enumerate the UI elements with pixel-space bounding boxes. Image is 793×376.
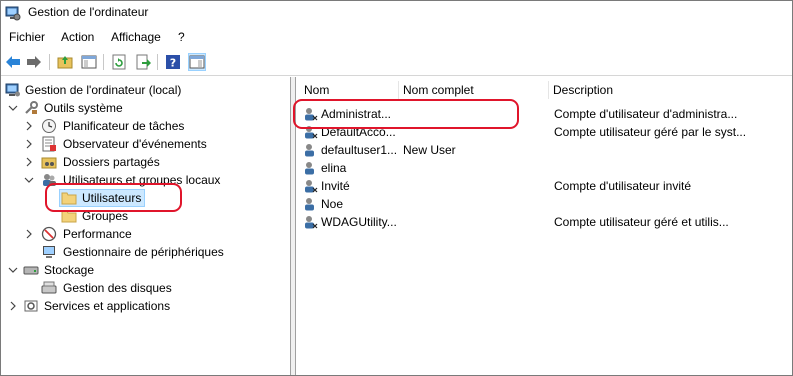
computer-management-icon [5,82,21,98]
user-icon [302,178,318,194]
tree-item-system-tools[interactable]: Outils système [1,99,289,117]
tree-item-services-apps[interactable]: Services et applications [1,297,289,315]
forward-icon[interactable] [25,53,43,71]
user-icon [302,214,318,230]
chevron-down-icon[interactable] [7,102,19,114]
tree-label: Dossiers partagés [63,155,160,169]
chevron-right-icon[interactable] [7,300,19,312]
column-header-full-name[interactable]: Nom complet [403,83,474,97]
tree-item-event-viewer[interactable]: Observateur d'événements [1,135,289,153]
toolbar-separator [157,54,158,70]
list-item[interactable]: Invité Compte d'utilisateur invité [296,177,793,195]
tree-item-root[interactable]: Gestion de l'ordinateur (local) [1,81,289,99]
performance-icon [41,226,57,242]
tree-label: Performance [63,227,132,241]
tree-label: Observateur d'événements [63,137,207,151]
tree-item-shared-folders[interactable]: Dossiers partagés [1,153,289,171]
disk-management-icon [41,280,57,296]
window-title: Gestion de l'ordinateur [28,5,149,19]
user-name: elina [321,161,347,175]
tree-label: Planificateur de tâches [63,119,185,133]
computer-management-window: Gestion de l'ordinateur Fichier Action A… [0,0,793,376]
user-description: Compte d'utilisateur d'administra... [554,107,738,121]
title-bar: Gestion de l'ordinateur [1,1,792,25]
list-item[interactable]: WDAGUtility... Compte utilisateur géré e… [296,213,793,231]
users-list: Nom Nom complet Description Administrat.… [293,77,793,375]
chevron-right-icon[interactable] [23,156,35,168]
tree-label: Gestion des disques [63,281,172,295]
column-header-name[interactable]: Nom [304,83,329,97]
column-separator[interactable] [548,81,549,99]
tree-item-disk-management[interactable]: Gestion des disques [1,279,289,297]
user-icon [302,142,318,158]
action-pane-icon[interactable] [188,53,206,71]
help-icon[interactable]: ? [164,53,182,71]
menu-file[interactable]: Fichier [8,30,46,44]
column-separator[interactable] [398,81,399,99]
user-name: WDAGUtility... [321,215,397,229]
tree-item-device-manager[interactable]: Gestionnaire de périphériques [1,243,289,261]
user-name: defaultuser1... [321,143,398,157]
annotation-highlight [293,99,519,129]
tools-icon [23,100,39,116]
menu-help[interactable]: ? [177,30,186,44]
menu-bar: Fichier Action Affichage ? [1,27,792,47]
list-item[interactable]: defaultuser1... New User [296,141,793,159]
list-item[interactable]: elina [296,159,793,177]
shared-folder-icon [41,154,57,170]
chevron-right-icon[interactable] [23,120,35,132]
chevron-right-icon[interactable] [23,138,35,150]
svg-text:?: ? [170,57,176,70]
tree-label: Gestionnaire de périphériques [63,245,224,259]
annotation-highlight [45,183,182,212]
toolbar-separator [103,54,104,70]
chevron-down-icon[interactable] [23,174,35,186]
chevron-right-icon[interactable] [23,228,35,240]
user-name: Invité [321,179,350,193]
refresh-icon[interactable] [110,53,128,71]
menu-action[interactable]: Action [60,30,95,44]
back-icon[interactable] [4,53,22,71]
clock-icon [41,118,57,134]
tree-label: Gestion de l'ordinateur (local) [25,83,182,97]
device-manager-icon [41,244,57,260]
menu-view[interactable]: Affichage [110,30,162,44]
user-full-name: New User [403,143,456,157]
user-icon [302,160,318,176]
tree-label: Services et applications [44,299,171,313]
user-description: Compte utilisateur géré et utilis... [554,215,729,229]
user-description: Compte d'utilisateur invité [554,179,692,193]
computer-management-icon [5,5,21,21]
toolbar: ? [1,48,792,76]
console-tree-icon[interactable] [80,53,98,71]
tree-item-storage[interactable]: Stockage [1,261,289,279]
toolbar-separator [49,54,50,70]
column-header-description[interactable]: Description [553,83,613,97]
storage-icon [23,262,39,278]
user-description: Compte utilisateur géré par le syst... [554,125,747,139]
console-tree: Gestion de l'ordinateur (local) Outils s… [1,77,291,375]
up-folder-icon[interactable] [56,53,74,71]
tree-item-performance[interactable]: Performance [1,225,289,243]
export-list-icon[interactable] [134,53,152,71]
tree-item-task-scheduler[interactable]: Planificateur de tâches [1,117,289,135]
chevron-down-icon[interactable] [7,264,19,276]
tree-label: Stockage [44,263,95,277]
services-icon [23,298,39,314]
user-name: Noe [321,197,344,211]
tree-label: Outils système [44,101,123,115]
event-viewer-icon [41,136,57,152]
user-icon [302,196,318,212]
list-item[interactable]: Noe [296,195,793,213]
